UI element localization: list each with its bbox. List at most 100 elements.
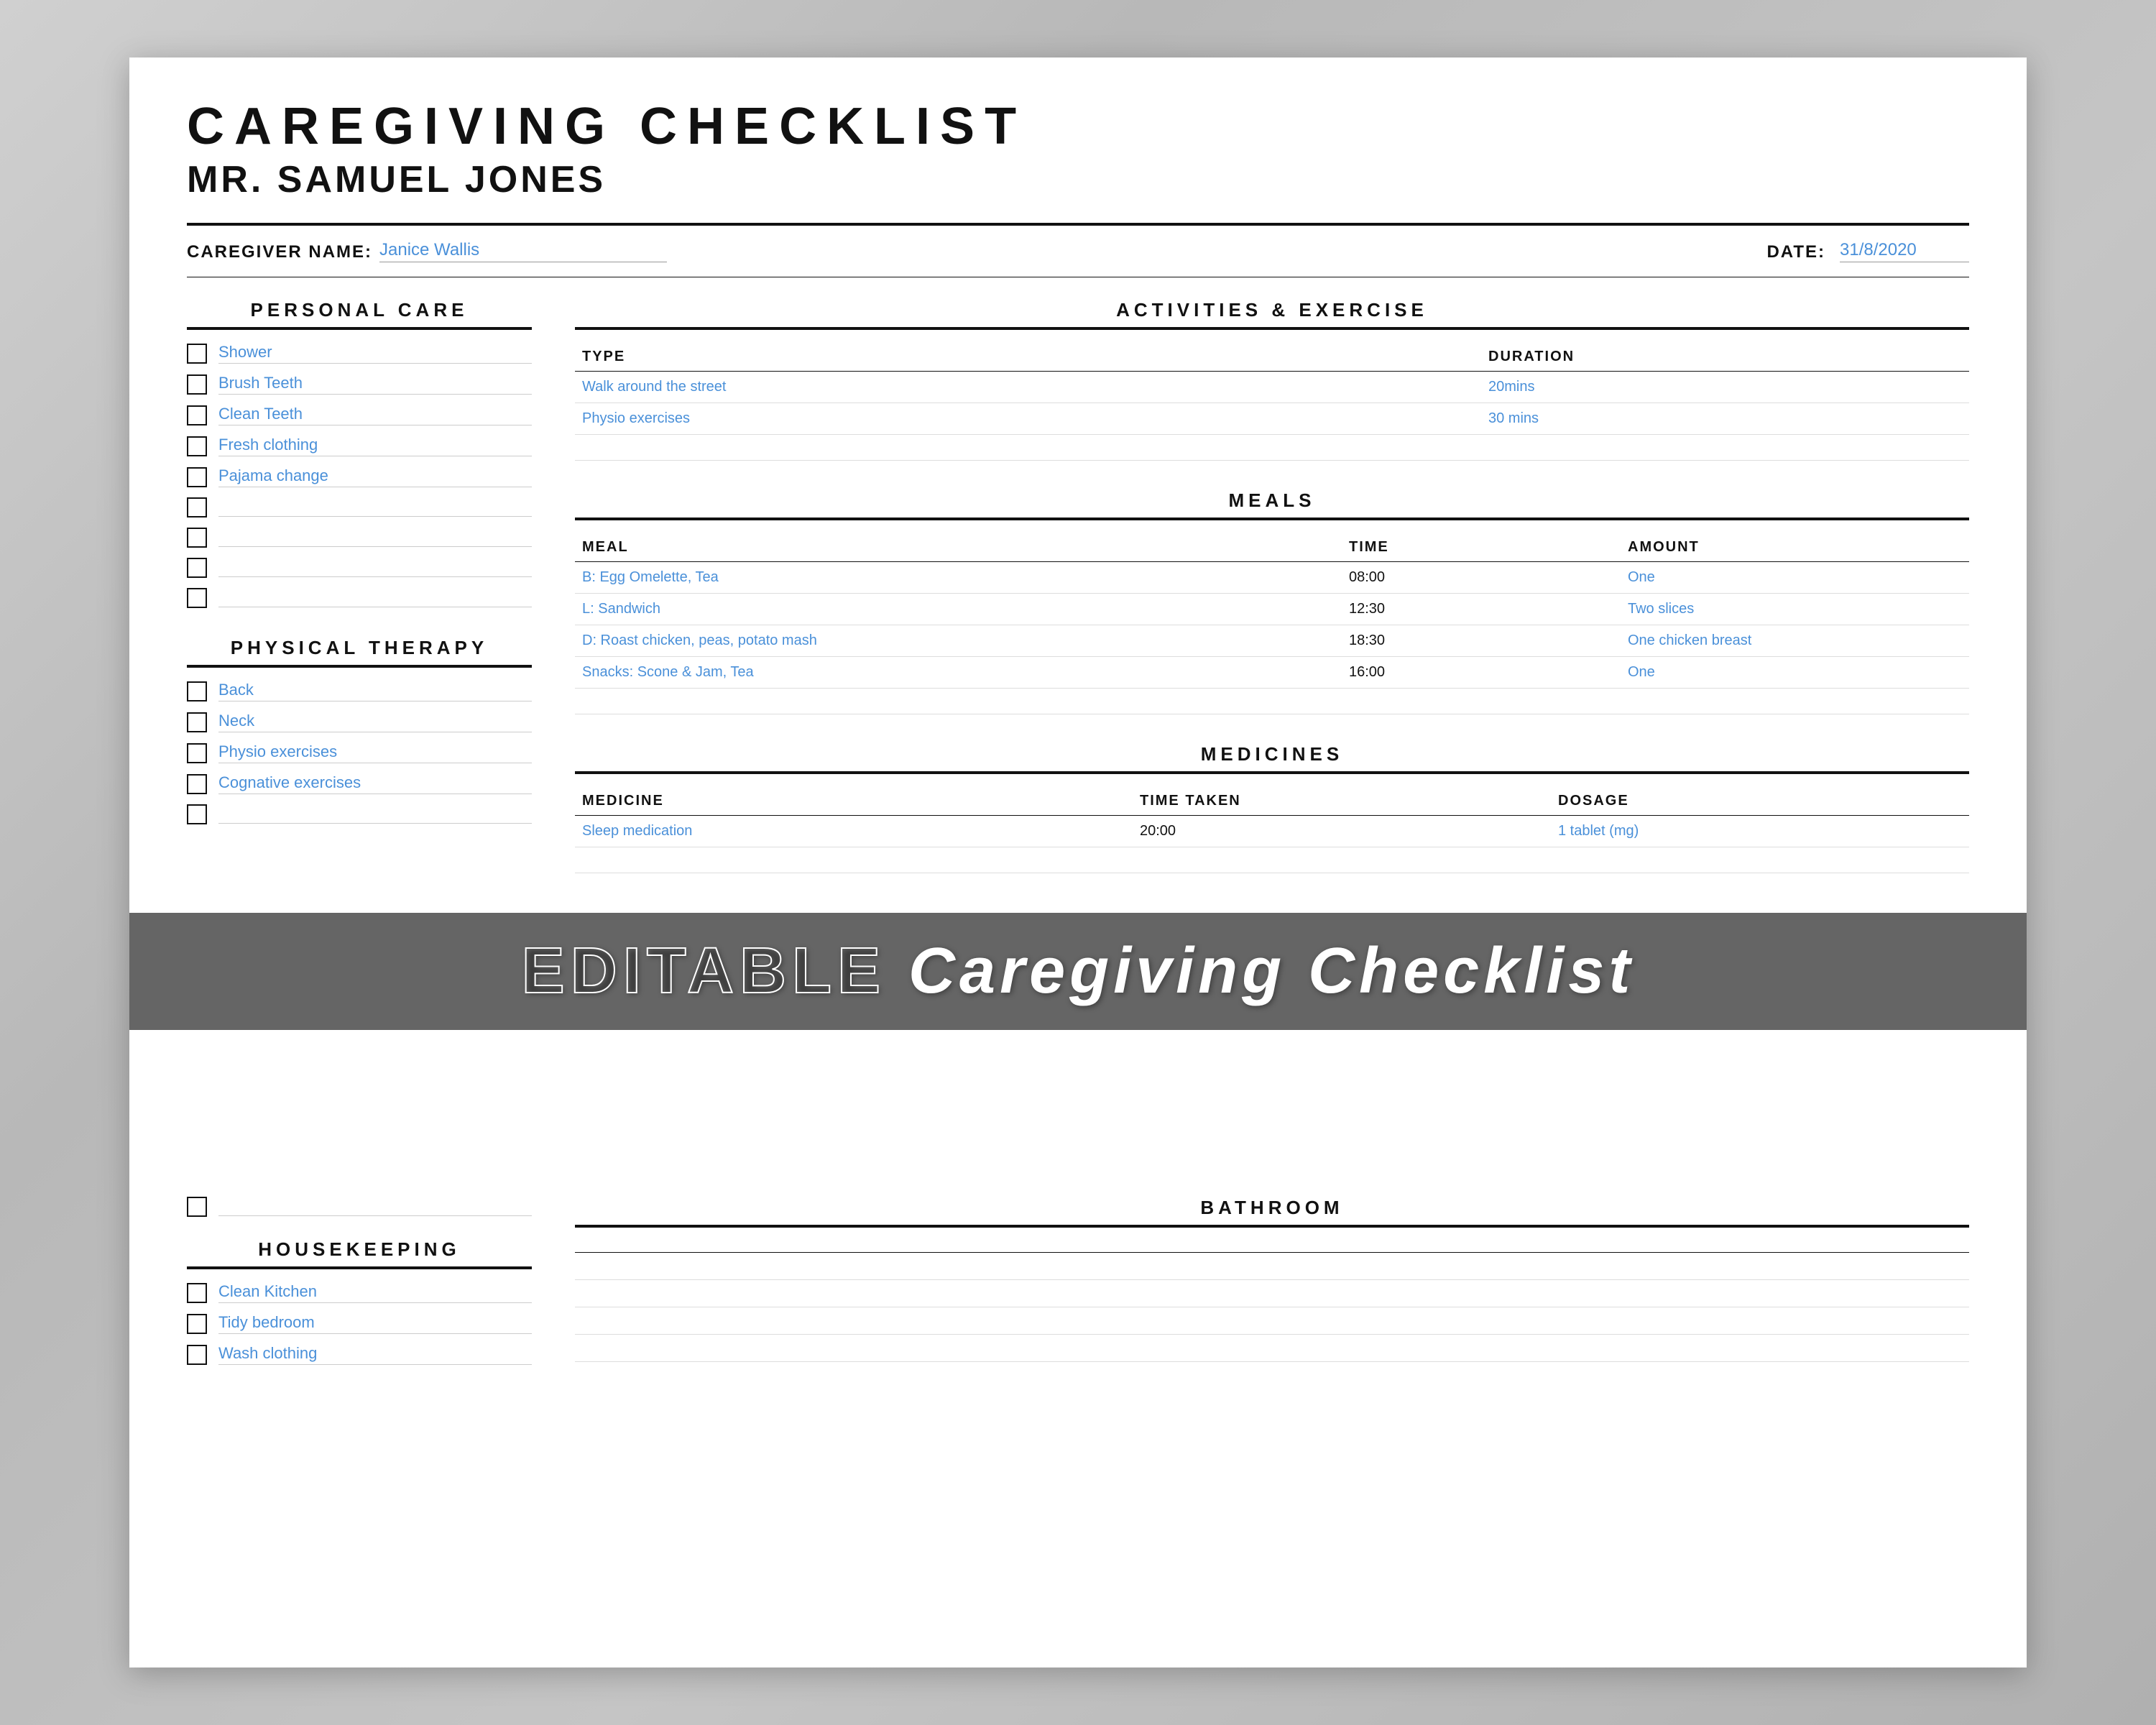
- meal-name: L: Sandwich: [575, 594, 1342, 625]
- item-label: Wash clothing: [218, 1344, 532, 1365]
- item-label-empty: [218, 498, 532, 517]
- checkbox[interactable]: [187, 467, 207, 487]
- personal-care-header: PERSONAL CARE: [187, 299, 532, 330]
- item-label-empty: [218, 805, 532, 824]
- medicines-header: MEDICINES: [575, 743, 1969, 774]
- checkbox[interactable]: [187, 374, 207, 395]
- info-row: CAREGIVER NAME: Janice Wallis DATE: 31/8…: [187, 223, 1969, 277]
- bathroom-col-1: [575, 1241, 1133, 1253]
- table-row: B: Egg Omelette, Tea 08:00 One: [575, 562, 1969, 594]
- meal-time: 18:30: [1342, 625, 1621, 657]
- meals-section: MEALS MEAL TIME AMOUNT B: Egg Omelette, …: [575, 489, 1969, 714]
- activity-duration-empty: [1481, 435, 1969, 461]
- bathroom-col-2: [1133, 1241, 1551, 1253]
- banner-outline-text: EDITABLE: [522, 935, 886, 1007]
- time-col: TIME: [1342, 533, 1621, 562]
- document-header: CAREGIVING CHECKLIST MR. SAMUEL JONES: [187, 101, 1969, 201]
- activities-type-col: TYPE: [575, 343, 1481, 372]
- checkbox[interactable]: [187, 405, 207, 426]
- item-label: Clean Kitchen: [218, 1282, 532, 1303]
- checkbox[interactable]: [187, 558, 207, 578]
- medicine-dosage: 1 tablet (mg): [1551, 816, 1969, 847]
- table-row: Walk around the street 20mins: [575, 372, 1969, 403]
- meal-time: 16:00: [1342, 657, 1621, 689]
- amount-col: AMOUNT: [1621, 533, 1969, 562]
- activities-header: ACTIVITIES & EXERCISE: [575, 299, 1969, 330]
- meal-name: D: Roast chicken, peas, potato mash: [575, 625, 1342, 657]
- personal-care-section: PERSONAL CARE Shower Brush Teeth Clean T…: [187, 299, 532, 608]
- list-item: [187, 804, 532, 824]
- meal-time: 08:00: [1342, 562, 1621, 594]
- checkbox[interactable]: [187, 436, 207, 456]
- medicine-name: Sleep medication: [575, 816, 1133, 847]
- bathroom-cell: [575, 1335, 1133, 1362]
- item-label: Clean Teeth: [218, 405, 532, 426]
- medicine-name-empty: [575, 847, 1133, 873]
- list-item: Clean Teeth: [187, 405, 532, 426]
- bathroom-cell: [1133, 1335, 1551, 1362]
- item-label-empty: [218, 528, 532, 547]
- table-row: Snacks: Scone & Jam, Tea 16:00 One: [575, 657, 1969, 689]
- editable-banner: EDITABLE Caregiving Checklist: [129, 913, 2027, 1030]
- medicine-col: MEDICINE: [575, 787, 1133, 816]
- medicines-table: MEDICINE TIME TAKEN DOSAGE Sleep medicat…: [575, 787, 1969, 873]
- item-label: Cognative exercises: [218, 773, 532, 794]
- list-item: Clean Kitchen: [187, 1282, 532, 1303]
- item-label: Physio exercises: [218, 742, 532, 763]
- item-label: Back: [218, 681, 532, 702]
- item-label: Brush Teeth: [218, 374, 532, 395]
- table-row: Sleep medication 20:00 1 tablet (mg): [575, 816, 1969, 847]
- meal-name: B: Egg Omelette, Tea: [575, 562, 1342, 594]
- bathroom-cell: [575, 1280, 1133, 1307]
- banner-text: EDITABLE Caregiving Checklist: [522, 934, 1635, 1008]
- meal-name-empty: [575, 689, 1342, 714]
- physical-therapy-header: PHYSICAL THERAPY: [187, 637, 532, 668]
- document: CAREGIVING CHECKLIST MR. SAMUEL JONES CA…: [129, 58, 2027, 1668]
- meal-amount-empty: [1621, 689, 1969, 714]
- list-item: Cognative exercises: [187, 773, 532, 794]
- caregiver-label: CAREGIVER NAME:: [187, 242, 372, 262]
- checkbox[interactable]: [187, 1283, 207, 1303]
- bathroom-cell: [1133, 1253, 1551, 1280]
- checkbox[interactable]: [187, 1314, 207, 1334]
- meal-col: MEAL: [575, 533, 1342, 562]
- lower-right: BATHROOM: [575, 1197, 1969, 1394]
- checkbox[interactable]: [187, 712, 207, 732]
- caregiver-field: CAREGIVER NAME: Janice Wallis: [187, 240, 667, 262]
- checkbox[interactable]: [187, 344, 207, 364]
- table-row: [575, 847, 1969, 873]
- item-label-empty: [218, 1197, 532, 1216]
- list-item: Pajama change: [187, 466, 532, 487]
- time-taken-col: TIME TAKEN: [1133, 787, 1551, 816]
- checkbox[interactable]: [187, 743, 207, 763]
- date-field: DATE: 31/8/2020: [1766, 240, 1969, 262]
- checkbox[interactable]: [187, 774, 207, 794]
- lower-left: HOUSEKEEPING Clean Kitchen Tidy bedroom …: [187, 1197, 532, 1394]
- bathroom-col-3: [1551, 1241, 1969, 1253]
- checkbox[interactable]: [187, 1345, 207, 1365]
- bathroom-cell: [575, 1253, 1133, 1280]
- list-item: Physio exercises: [187, 742, 532, 763]
- housekeeping-header: HOUSEKEEPING: [187, 1238, 532, 1269]
- checkbox[interactable]: [187, 497, 207, 518]
- dosage-col: DOSAGE: [1551, 787, 1969, 816]
- table-row: [575, 1307, 1969, 1335]
- medicines-section: MEDICINES MEDICINE TIME TAKEN DOSAGE Sle…: [575, 743, 1969, 873]
- item-label-empty: [218, 589, 532, 607]
- list-item: Back: [187, 681, 532, 702]
- meal-amount: One: [1621, 562, 1969, 594]
- checkbox[interactable]: [187, 588, 207, 608]
- list-item: [187, 558, 532, 578]
- lower-content: HOUSEKEEPING Clean Kitchen Tidy bedroom …: [187, 1197, 1969, 1394]
- table-row: [575, 689, 1969, 714]
- meals-table: MEAL TIME AMOUNT B: Egg Omelette, Tea 08…: [575, 533, 1969, 714]
- bathroom-cell: [1551, 1307, 1969, 1335]
- activity-type: Physio exercises: [575, 403, 1481, 435]
- list-item: [187, 588, 532, 608]
- checkbox[interactable]: [187, 681, 207, 702]
- checkbox[interactable]: [187, 528, 207, 548]
- item-label: Neck: [218, 712, 532, 732]
- checkbox[interactable]: [187, 1197, 207, 1217]
- checkbox[interactable]: [187, 804, 207, 824]
- item-label: Pajama change: [218, 466, 532, 487]
